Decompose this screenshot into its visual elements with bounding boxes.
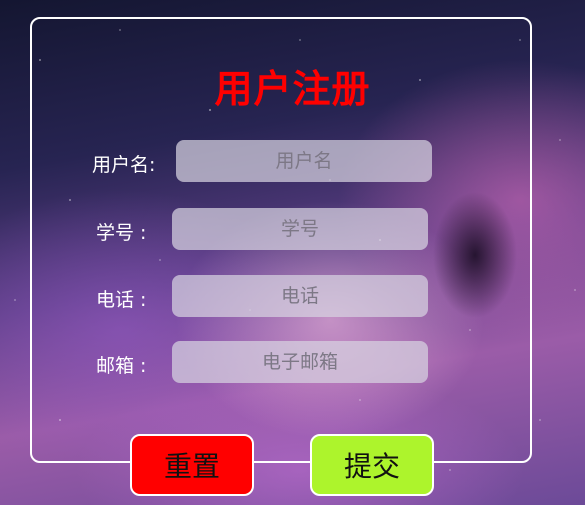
- email-label: 邮箱 :: [96, 355, 147, 377]
- student-id-input[interactable]: [172, 208, 428, 250]
- student-id-label: 学号 :: [96, 222, 147, 244]
- phone-label: 电话 :: [96, 289, 147, 311]
- username-input[interactable]: [176, 140, 432, 182]
- email-input[interactable]: [172, 341, 428, 383]
- phone-input[interactable]: [172, 275, 428, 317]
- username-label: 用户名:: [92, 154, 156, 176]
- page-title: 用户注册: [214, 67, 371, 111]
- reset-button[interactable]: 重置: [130, 434, 254, 496]
- submit-button[interactable]: 提交: [310, 434, 434, 496]
